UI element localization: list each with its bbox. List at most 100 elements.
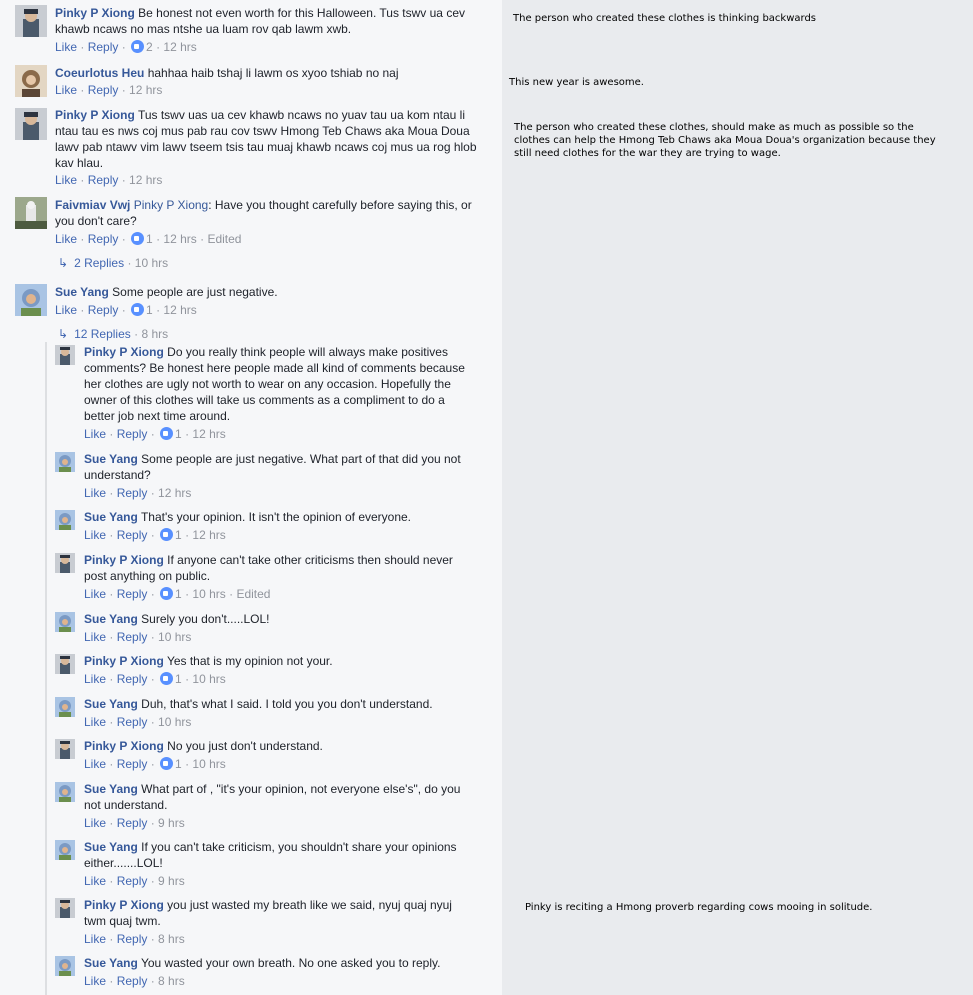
author-name[interactable]: Pinky P Xiong [55,108,135,122]
avatar[interactable] [55,612,75,632]
avatar[interactable] [15,5,47,37]
author-name[interactable]: Pinky P Xiong [55,6,135,20]
timestamp[interactable]: 12 hrs [158,486,191,500]
avatar[interactable] [55,345,75,365]
avatar[interactable] [55,654,75,674]
like-button[interactable]: Like [84,757,106,771]
like-button[interactable]: Like [84,528,106,542]
like-button[interactable]: Like [84,816,106,830]
author-name[interactable]: Faivmiav Vwj [55,198,130,212]
author-name[interactable]: Sue Yang [84,782,138,796]
author-name[interactable]: Pinky P Xiong [84,553,164,567]
timestamp[interactable]: 12 hrs [192,528,225,542]
timestamp[interactable]: 9 hrs [158,874,185,888]
reply-button[interactable]: Reply [117,587,148,601]
like-reaction-icon[interactable] [160,672,174,685]
timestamp[interactable]: 10 hrs [158,715,191,729]
author-name[interactable]: Sue Yang [84,956,138,970]
like-button[interactable]: Like [55,83,77,97]
timestamp[interactable]: 10 hrs [192,587,225,601]
reply-button[interactable]: Reply [117,757,148,771]
reply-button[interactable]: Reply [88,40,119,54]
like-button[interactable]: Like [84,672,106,686]
like-reaction-icon[interactable] [131,232,145,245]
like-button[interactable]: Like [55,40,77,54]
reply-button[interactable]: Reply [117,715,148,729]
timestamp[interactable]: 8 hrs [158,974,185,988]
like-button[interactable]: Like [84,630,106,644]
author-name[interactable]: Coeurlotus Heu [55,66,144,80]
like-reaction-icon[interactable] [131,40,145,53]
avatar[interactable] [15,65,47,97]
avatar[interactable] [55,510,75,530]
reply-button[interactable]: Reply [117,974,148,988]
avatar[interactable] [15,108,47,140]
like-button[interactable]: Like [55,173,77,187]
like-button[interactable]: Like [84,874,106,888]
timestamp[interactable]: 12 hrs [163,40,196,54]
like-button[interactable]: Like [55,232,77,246]
like-reaction-icon[interactable] [160,757,174,770]
author-name[interactable]: Pinky P Xiong [84,345,164,359]
like-button[interactable]: Like [55,303,77,317]
timestamp[interactable]: 10 hrs [192,672,225,686]
avatar[interactable] [15,284,47,316]
avatar[interactable] [55,452,75,472]
timestamp[interactable]: 9 hrs [158,816,185,830]
reply-button[interactable]: Reply [117,672,148,686]
author-name[interactable]: Sue Yang [84,697,138,711]
author-name[interactable]: Sue Yang [84,840,138,854]
replies-count[interactable]: 2 Replies [74,256,124,270]
avatar[interactable] [55,553,75,573]
avatar[interactable] [55,898,75,918]
reply-button[interactable]: Reply [117,528,148,542]
like-button[interactable]: Like [84,974,106,988]
like-button[interactable]: Like [84,932,106,946]
timestamp[interactable]: 12 hrs [163,232,196,246]
author-name[interactable]: Sue Yang [84,612,138,626]
author-name[interactable]: Pinky P Xiong [84,739,164,753]
like-reaction-icon[interactable] [160,528,174,541]
timestamp[interactable]: 10 hrs [192,757,225,771]
avatar[interactable] [55,782,75,802]
author-name[interactable]: Sue Yang [84,452,138,466]
reply-button[interactable]: Reply [88,232,119,246]
edited-label[interactable]: Edited [236,587,270,601]
timestamp[interactable]: 8 hrs [158,932,185,946]
reply-button[interactable]: Reply [117,486,148,500]
timestamp[interactable]: 12 hrs [163,303,196,317]
timestamp[interactable]: 12 hrs [129,83,162,97]
like-reaction-icon[interactable] [160,427,174,440]
author-name[interactable]: Sue Yang [55,285,109,299]
reply-button[interactable]: Reply [88,303,119,317]
author-name[interactable]: Pinky P Xiong [84,898,164,912]
like-button[interactable]: Like [84,486,106,500]
reply-button[interactable]: Reply [117,932,148,946]
view-replies-link[interactable]: ↳ 12 Replies · 8 hrs [58,326,168,342]
timestamp[interactable]: 12 hrs [192,427,225,441]
avatar[interactable] [15,197,47,229]
avatar[interactable] [55,840,75,860]
reply-button[interactable]: Reply [88,83,119,97]
reply-button[interactable]: Reply [88,173,119,187]
author-name[interactable]: Sue Yang [84,510,138,524]
timestamp[interactable]: 12 hrs [129,173,162,187]
like-button[interactable]: Like [84,715,106,729]
view-replies-link[interactable]: ↳ 2 Replies · 10 hrs [58,255,168,271]
edited-label[interactable]: Edited [207,232,241,246]
like-reaction-icon[interactable] [131,303,145,316]
reply-button[interactable]: Reply [117,630,148,644]
timestamp[interactable]: 10 hrs [158,630,191,644]
avatar[interactable] [55,739,75,759]
replies-count[interactable]: 12 Replies [74,327,131,341]
like-reaction-icon[interactable] [160,587,174,600]
avatar[interactable] [55,697,75,717]
author-name[interactable]: Pinky P Xiong [84,654,164,668]
like-button[interactable]: Like [84,587,106,601]
avatar[interactable] [55,956,75,976]
mention-tag[interactable]: Pinky P Xiong [134,198,209,212]
reply-button[interactable]: Reply [117,427,148,441]
reply-button[interactable]: Reply [117,816,148,830]
reply-button[interactable]: Reply [117,874,148,888]
like-button[interactable]: Like [84,427,106,441]
